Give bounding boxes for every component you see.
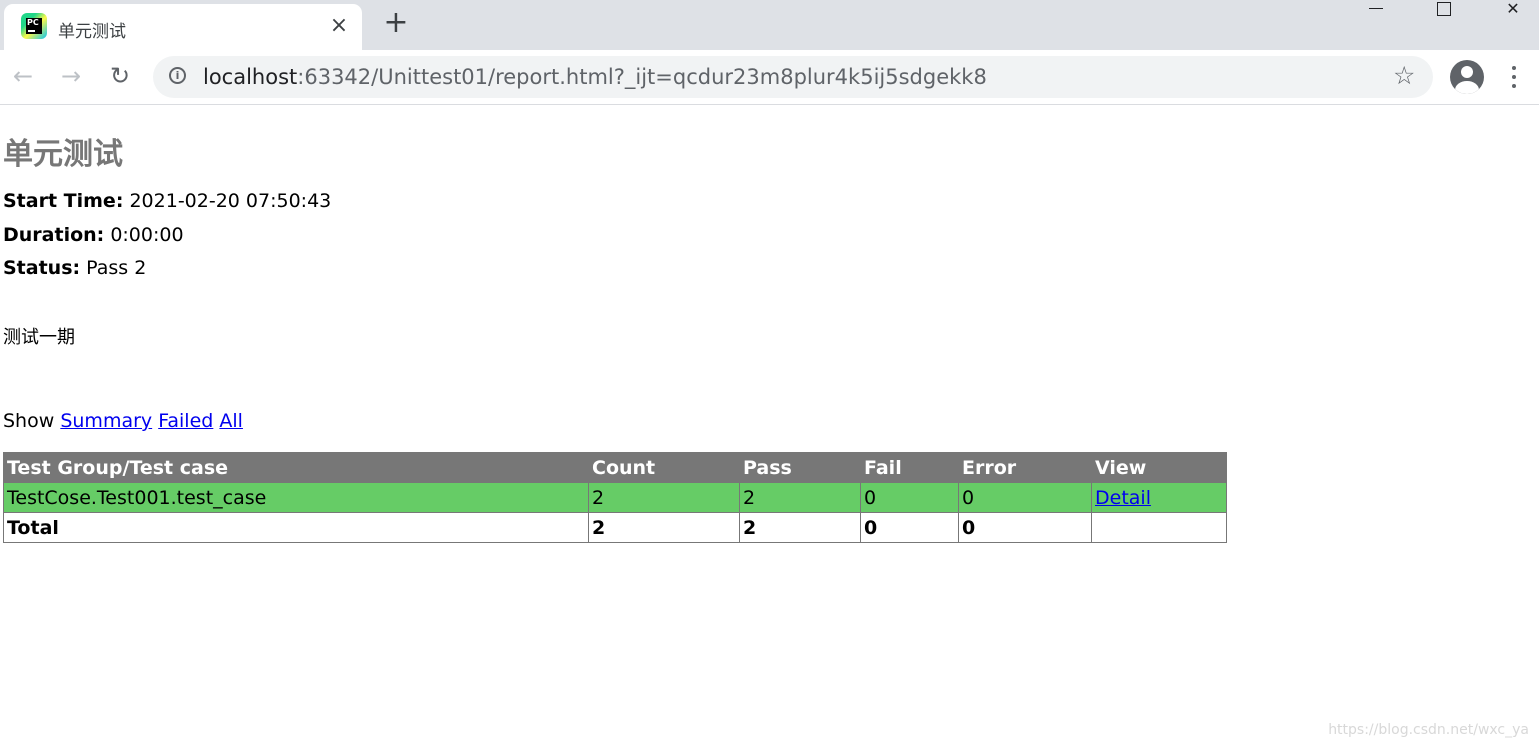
tab-close-icon[interactable]: × xyxy=(328,15,350,37)
header-count: Count xyxy=(588,452,740,483)
header-fail: Fail xyxy=(860,452,959,483)
site-info-icon[interactable]: i xyxy=(169,67,186,84)
window-minimize-button[interactable] xyxy=(1353,0,1399,22)
filter-all-link[interactable]: All xyxy=(219,410,243,432)
browser-menu-icon[interactable] xyxy=(1506,63,1522,91)
window-close-button[interactable]: ✕ xyxy=(1490,0,1536,22)
total-label: Total xyxy=(3,512,589,543)
start-time: Start Time: 2021-02-20 07:50:43 xyxy=(3,190,331,212)
report-page: 单元测试 Start Time: 2021-02-20 07:50:43 Dur… xyxy=(0,105,1539,746)
profile-avatar-icon[interactable] xyxy=(1450,60,1484,94)
header-pass: Pass xyxy=(739,452,861,483)
tab-strip: PC 单元测试 × + ✕ xyxy=(0,0,1539,50)
row-pass: 2 xyxy=(739,482,861,513)
table-header-row: Test Group/Test case Count Pass Fail Err… xyxy=(3,452,1227,483)
pycharm-favicon-icon: PC xyxy=(21,13,47,39)
total-view xyxy=(1091,512,1227,543)
browser-toolbar: ← → ↻ i localhost:63342/Unittest01/repor… xyxy=(0,50,1539,105)
watermark: https://blog.csdn.net/wxc_ya xyxy=(1328,722,1529,738)
report-description: 测试一期 xyxy=(3,327,75,348)
detail-link[interactable]: Detail xyxy=(1095,487,1151,509)
address-bar[interactable]: i localhost:63342/Unittest01/report.html… xyxy=(153,56,1433,98)
reload-icon[interactable]: ↻ xyxy=(106,62,134,90)
back-arrow-icon[interactable]: ← xyxy=(9,62,37,90)
row-test-name: TestCose.Test001.test_case xyxy=(3,482,589,513)
row-error: 0 xyxy=(958,482,1092,513)
header-error: Error xyxy=(958,452,1092,483)
total-count: 2 xyxy=(588,512,740,543)
url-text[interactable]: localhost:63342/Unittest01/report.html?_… xyxy=(203,65,987,89)
total-pass: 2 xyxy=(739,512,861,543)
total-fail: 0 xyxy=(860,512,959,543)
start-time-value: 2021-02-20 07:50:43 xyxy=(129,190,332,212)
result-table: Test Group/Test case Count Pass Fail Err… xyxy=(3,452,1227,543)
table-row: TestCose.Test001.test_case 2 2 0 0 Detai… xyxy=(3,482,1227,513)
duration-value: 0:00:00 xyxy=(110,224,184,246)
row-count: 2 xyxy=(588,482,740,513)
header-view: View xyxy=(1091,452,1227,483)
new-tab-icon[interactable]: + xyxy=(383,8,409,38)
bookmark-star-icon[interactable]: ☆ xyxy=(1393,62,1415,90)
show-label: Show xyxy=(3,410,55,432)
filter-failed-link[interactable]: Failed xyxy=(158,410,213,432)
browser-tab[interactable]: PC 单元测试 × xyxy=(4,4,362,50)
status: Status: Pass 2 xyxy=(3,257,146,279)
forward-arrow-icon[interactable]: → xyxy=(57,62,85,90)
total-row: Total 2 2 0 0 xyxy=(3,512,1227,543)
header-test-case: Test Group/Test case xyxy=(3,452,589,483)
duration-label: Duration: xyxy=(3,224,105,246)
duration: Duration: 0:00:00 xyxy=(3,224,184,246)
total-error: 0 xyxy=(958,512,1092,543)
row-fail: 0 xyxy=(860,482,959,513)
show-filter-bar: Show Summary Failed All xyxy=(3,410,243,432)
row-view-cell: Detail xyxy=(1091,482,1227,513)
page-title: 单元测试 xyxy=(3,137,123,172)
start-time-label: Start Time: xyxy=(3,190,124,212)
window-maximize-button[interactable] xyxy=(1421,0,1467,22)
status-label: Status: xyxy=(3,257,81,279)
status-value: Pass 2 xyxy=(86,257,147,279)
filter-summary-link[interactable]: Summary xyxy=(60,410,152,432)
tab-title: 单元测试 xyxy=(58,22,126,42)
